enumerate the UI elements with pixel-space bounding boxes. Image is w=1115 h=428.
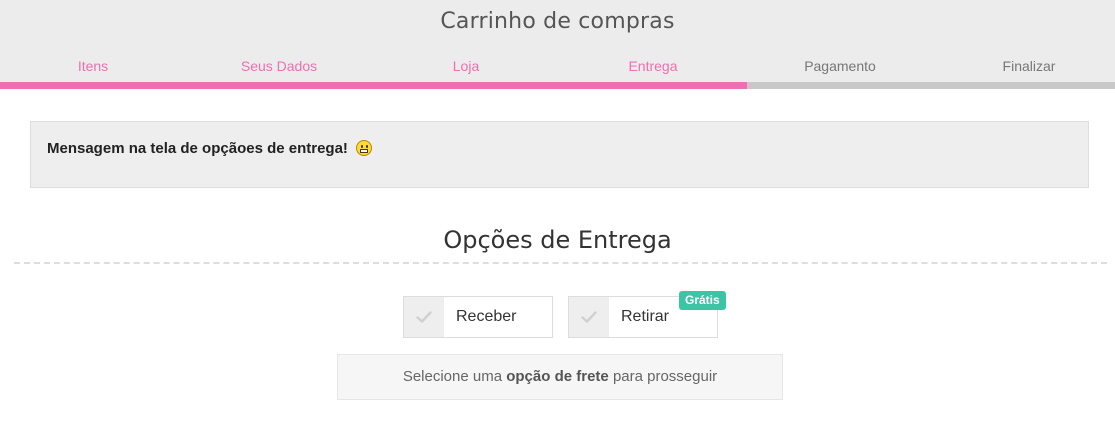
option-retirar-label: Retirar <box>621 308 670 325</box>
notice-text-bold: opção de frete <box>506 368 609 385</box>
step-itens[interactable]: Itens <box>0 58 186 74</box>
progress-bar <box>0 82 1115 89</box>
notice-text-after: para prosseguir <box>612 368 718 385</box>
free-badge: Grátis <box>679 291 726 310</box>
step-finalizar: Finalizar <box>1002 58 1056 74</box>
step-loja[interactable]: Loja <box>373 58 559 74</box>
grimacing-emoji-icon <box>356 140 373 156</box>
notice-text-before: Selecione uma <box>402 368 503 385</box>
check-icon <box>569 297 609 337</box>
option-receber-label: Receber <box>456 308 517 325</box>
step-seus-dados[interactable]: Seus Dados <box>186 58 372 74</box>
page-title: Carrinho de compras <box>440 9 675 34</box>
progress-bar-fill <box>0 82 748 89</box>
shipping-notice: Selecione uma opção de frete para prosse… <box>337 354 783 400</box>
message-label: Mensagem na tela de opçãoes de entrega! <box>47 140 348 157</box>
step-entrega[interactable]: Entrega <box>560 58 746 74</box>
checkout-header: Carrinho de compras Itens Seus Dados Loj… <box>0 0 1115 89</box>
option-receber[interactable]: Receber <box>403 296 553 338</box>
checkout-steps: Itens Seus Dados Loja Entrega Pagamento … <box>0 58 1115 76</box>
check-icon <box>404 297 444 337</box>
message-text: Mensagem na tela de opçãoes de entrega! <box>47 140 373 157</box>
section-title: Opções de Entrega <box>443 226 672 254</box>
dashed-divider <box>14 262 1107 264</box>
message-box: Mensagem na tela de opçãoes de entrega! <box>30 121 1089 188</box>
step-pagamento: Pagamento <box>804 58 876 74</box>
